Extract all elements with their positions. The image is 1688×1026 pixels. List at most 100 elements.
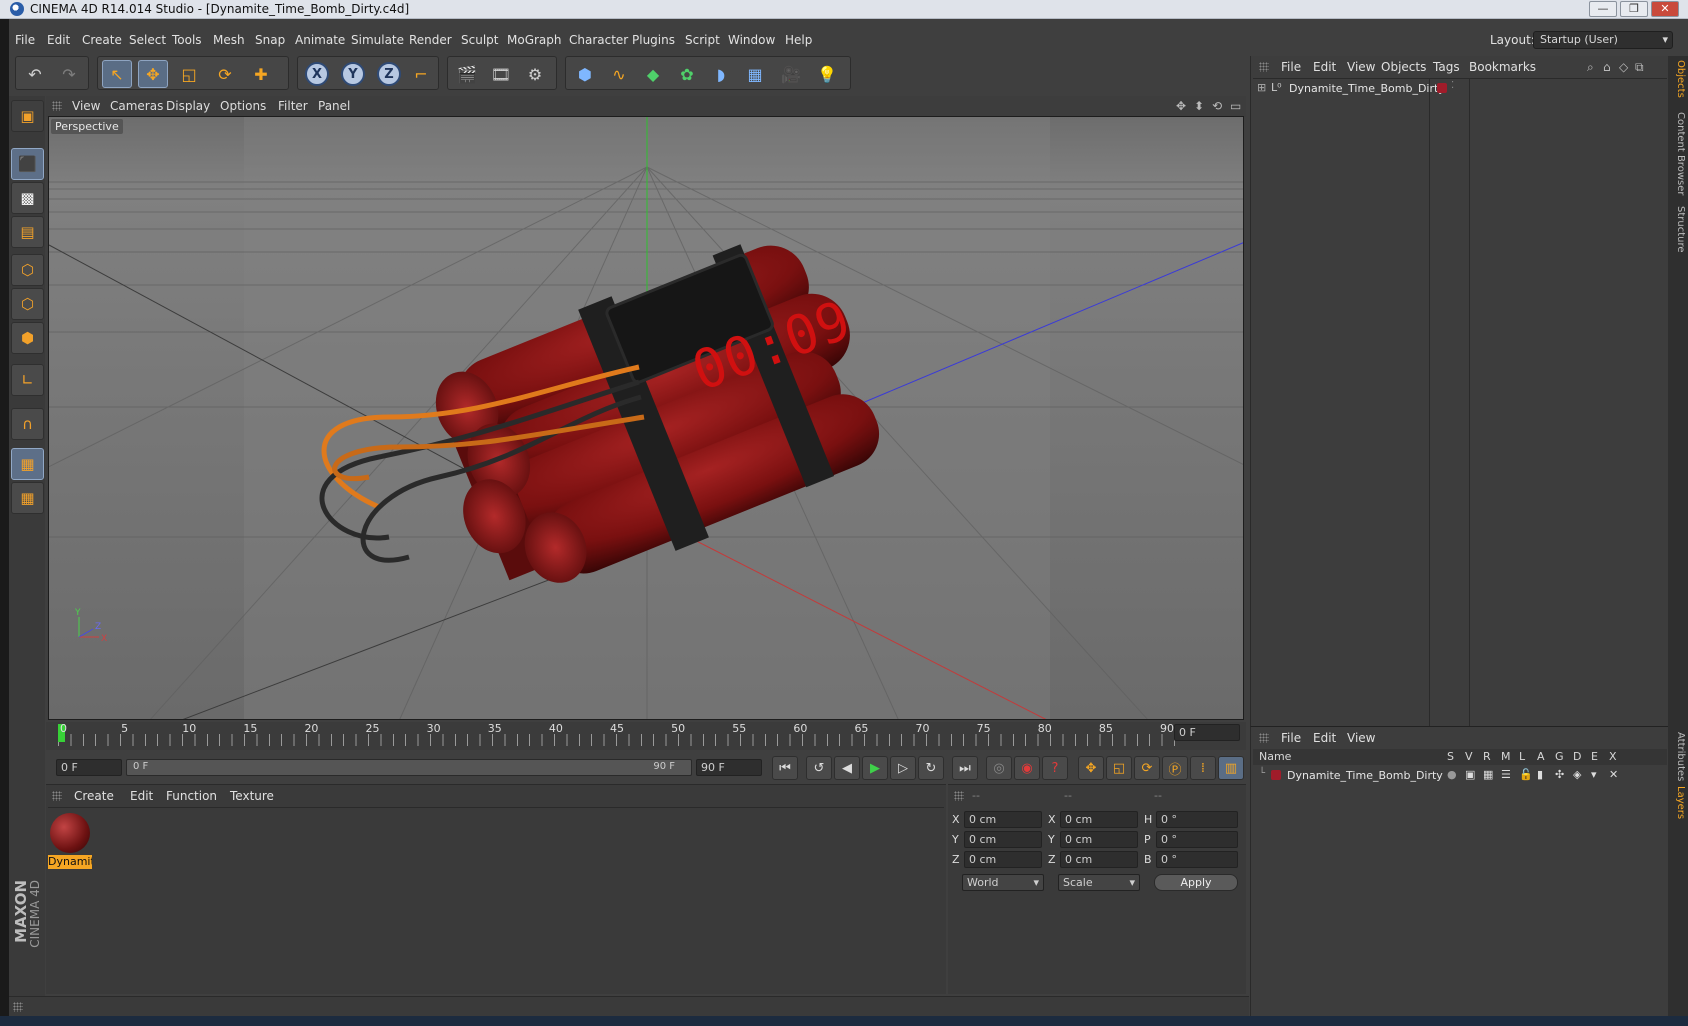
menu-select[interactable]: Select [129,33,166,47]
menu-edit[interactable]: Edit [47,33,70,47]
material-swatch[interactable]: Dynamit [48,813,92,873]
deformers-toggle-icon[interactable]: ◈ [1573,768,1581,781]
rotate-icon[interactable]: ⟳ [210,60,240,88]
render-settings-icon[interactable]: ⚙ [520,60,550,88]
pos-z-field[interactable]: 0 cm [964,851,1042,868]
keyframe-selection-icon[interactable]: ? [1042,756,1068,780]
menu-script[interactable]: Script [685,33,720,47]
viewport-zoom-icon[interactable]: ⬍ [1194,99,1204,113]
start-frame-field[interactable]: 0 F [56,759,122,776]
locked-workplane-icon[interactable]: ▦ [11,448,44,480]
go-to-end-icon[interactable]: ⏭ [952,756,978,780]
layer-name[interactable]: Dynamite_Time_Bomb_Dirty [1287,769,1443,782]
rot-h-field[interactable]: 0 ° [1156,811,1238,828]
edges-mode-icon[interactable]: ⬡ [11,288,44,320]
nurbs-icon[interactable]: ◆ [638,60,668,88]
key-scale-icon[interactable]: ◱ [1106,756,1132,780]
size-z-field[interactable]: 0 cm [1060,851,1138,868]
layer-menu-edit[interactable]: Edit [1313,731,1336,745]
col-generators[interactable]: G [1555,750,1564,763]
texture-mode-icon[interactable]: ▩ [11,182,44,214]
viewport-menu-panel[interactable]: Panel [318,99,350,113]
play-icon[interactable]: ▶ [862,756,888,780]
cube-icon[interactable]: ⬢ [570,60,600,88]
key-rotation-icon[interactable]: ⟳ [1134,756,1160,780]
home-icon[interactable]: ⌂ [1603,60,1611,74]
coordinate-system-icon[interactable]: ⌐ [406,60,436,88]
perspective-viewport[interactable]: 00:09 Y X Z Perspective [48,116,1244,720]
polygons-mode-icon[interactable]: ⬢ [11,322,44,354]
search-icon[interactable]: ⌕ [1587,60,1594,75]
add-icon[interactable]: ✚ [246,60,276,88]
objmgr-menu-tags[interactable]: Tags [1433,60,1460,74]
undo-icon[interactable]: ↶ [20,60,50,88]
xref-toggle-icon[interactable]: ✕ [1609,768,1618,781]
layer-menu-file[interactable]: File [1281,731,1301,745]
viewport-pan-icon[interactable]: ✥ [1176,99,1186,113]
model-mode-icon[interactable]: ⬛ [11,148,44,180]
animation-toggle-icon[interactable]: ▮ [1537,768,1543,781]
material-menu-create[interactable]: Create [74,789,114,803]
redo-icon[interactable]: ↷ [54,60,84,88]
layer-color-tag[interactable] [1437,83,1447,93]
go-to-start-icon[interactable]: ⏮ [772,756,798,780]
tab-layers[interactable]: Layers [1670,786,1686,819]
workplane-icon[interactable]: ▤ [11,216,44,248]
range-slider[interactable]: 0 F 90 F [126,759,692,776]
next-frame-icon[interactable]: ▷ [890,756,916,780]
close-button[interactable]: ✕ [1651,1,1679,17]
viewport-menu-filter[interactable]: Filter [278,99,308,113]
minimize-button[interactable]: — [1589,1,1617,17]
coord-mode-dropdown[interactable]: World ▾ [962,874,1044,891]
new-window-icon[interactable]: ⧉ [1635,60,1644,75]
menu-tools[interactable]: Tools [172,33,202,47]
viewport-rotate-icon[interactable]: ⟲ [1212,99,1222,113]
live-selection-icon[interactable]: ↖ [102,60,132,88]
points-mode-icon[interactable]: ⬡ [11,254,44,286]
col-deformers[interactable]: D [1573,750,1581,763]
previous-frame-icon[interactable]: ◀ [834,756,860,780]
col-render[interactable]: R [1483,750,1491,763]
key-position-icon[interactable]: ✥ [1078,756,1104,780]
viewport-menu-options[interactable]: Options [220,99,266,113]
solo-toggle-icon[interactable]: ● [1447,768,1457,781]
objmgr-menu-bookmarks[interactable]: Bookmarks [1469,60,1536,74]
menu-plugins[interactable]: Plugins [632,33,675,47]
camera-icon[interactable]: 🎥 [776,60,806,88]
light-icon[interactable]: 💡 [812,60,842,88]
menu-sculpt[interactable]: Sculpt [461,33,498,47]
object-name[interactable]: Dynamite_Time_Bomb_Dirty [1289,82,1445,95]
manager-toggle-icon[interactable]: ☰ [1501,768,1511,781]
viewport-menu-display[interactable]: Display [166,99,210,113]
record-keys-icon[interactable]: ◎ [986,756,1012,780]
col-manager[interactable]: M [1501,750,1511,763]
menu-mograph[interactable]: MoGraph [507,33,562,47]
render-picture-viewer-icon[interactable]: 🎞 [486,60,516,88]
material-menu-texture[interactable]: Texture [230,789,274,803]
layer-row[interactable]: └ Dynamite_Time_Bomb_Dirty ● ▣ ▦ ☰ 🔓 ▮ ✣… [1255,767,1665,785]
generators-toggle-icon[interactable]: ✣ [1555,768,1564,781]
tab-structure[interactable]: Structure [1670,206,1686,253]
current-frame-field[interactable]: 0 F [1174,724,1240,741]
tab-objects[interactable]: Objects [1670,60,1686,98]
y-axis-icon[interactable]: Y [338,60,368,88]
menu-render[interactable]: Render [409,33,452,47]
magnet-icon[interactable]: ∩ [11,408,44,440]
viewport-menu-view[interactable]: View [72,99,100,113]
expand-icon[interactable]: ⊞ [1257,81,1266,94]
tab-content-browser[interactable]: Content Browser [1670,112,1686,195]
key-pla-icon[interactable]: ⁞ [1190,756,1216,780]
scale-icon[interactable]: ◱ [174,60,204,88]
menu-help[interactable]: Help [785,33,812,47]
planar-workplane-icon[interactable]: ▦ [11,482,44,514]
menu-window[interactable]: Window [728,33,775,47]
move-icon[interactable]: ✥ [138,60,168,88]
expressions-toggle-icon[interactable]: ▾ [1591,768,1597,781]
apply-button[interactable]: Apply [1154,874,1238,891]
viewport-maximize-icon[interactable]: ▭ [1230,99,1241,113]
menu-character[interactable]: Character [569,33,628,47]
tab-attributes[interactable]: Attributes [1670,732,1686,781]
objmgr-menu-file[interactable]: File [1281,60,1301,74]
collapse-icon[interactable]: ◇ [1619,60,1628,74]
rot-b-field[interactable]: 0 ° [1156,851,1238,868]
